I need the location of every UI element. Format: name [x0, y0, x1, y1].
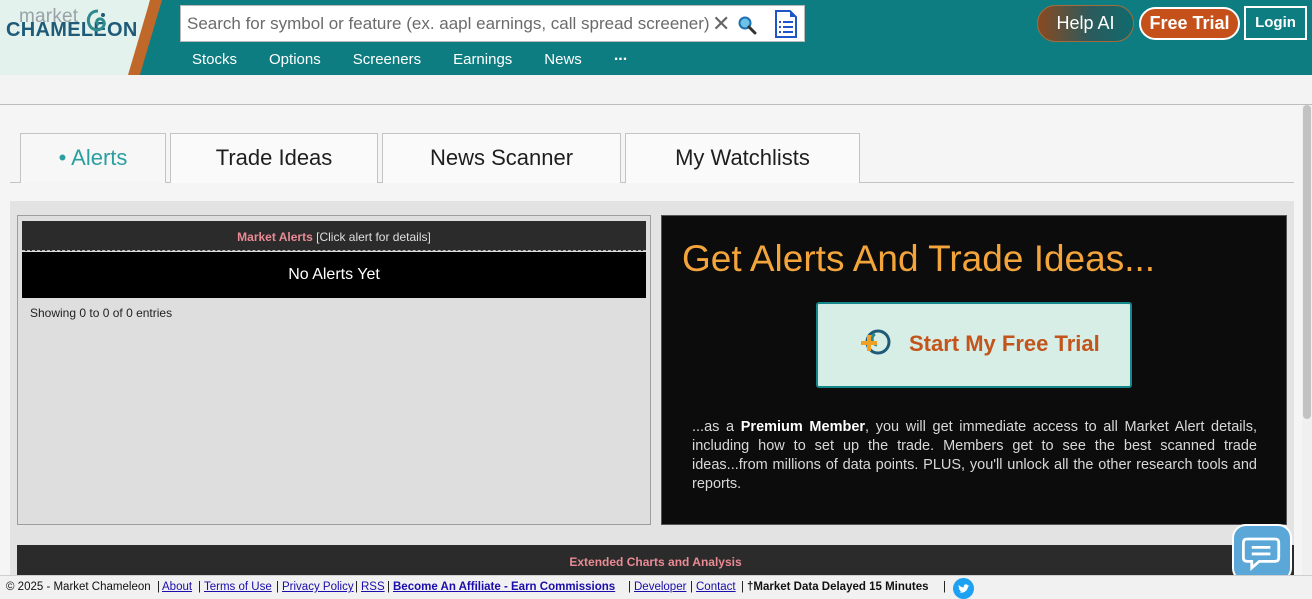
footer-link-about[interactable]: About [162, 581, 192, 593]
tab-trade-ideas[interactable]: Trade Ideas [170, 133, 378, 183]
footer-link-developer[interactable]: Developer [634, 581, 686, 593]
footer-sep: | [943, 581, 946, 593]
chat-button[interactable] [1232, 524, 1292, 582]
help-ai-button[interactable]: Help AI [1037, 5, 1134, 42]
footer-sep: | [276, 581, 279, 593]
nav-item-news[interactable]: News [544, 51, 582, 71]
scrollbar-thumb[interactable] [1303, 105, 1311, 419]
twitter-icon[interactable] [953, 578, 974, 599]
footer-link-rss[interactable]: RSS [361, 581, 385, 593]
footer-sep: | [355, 581, 358, 593]
nav-item-stocks[interactable]: Stocks [192, 51, 237, 71]
footer-sep: | [387, 581, 390, 593]
document-list-icon[interactable] [774, 10, 798, 38]
market-alerts-header: Market Alerts [Click alert for details] [22, 221, 646, 251]
nav-more-menu[interactable]: ... [614, 47, 627, 71]
tab-my-watchlists[interactable]: My Watchlists [625, 133, 860, 183]
footer-sep: | [198, 581, 201, 593]
footer-sep: | [690, 581, 693, 593]
chat-icon[interactable] [1234, 526, 1290, 580]
footer: © 2025 - Market Chameleon | About | Term… [0, 575, 1312, 599]
entries-count: Showing 0 to 0 of 0 entries [30, 306, 173, 320]
footer-sep: | [628, 581, 631, 593]
start-free-trial-label[interactable]: Start My Free Trial [909, 331, 1100, 357]
search-input[interactable] [187, 11, 717, 37]
footer-link-affiliate[interactable]: Become An Affiliate - Earn Commissions [393, 581, 615, 593]
tab-news-scanner[interactable]: News Scanner [382, 133, 621, 183]
chameleon-logo-icon [86, 9, 106, 32]
market-alerts-hint: [Click alert for details] [316, 230, 431, 244]
promo-title: Get Alerts And Trade Ideas... [682, 238, 1156, 279]
main-nav: Stocks Options Screeners Earnings News .… [192, 47, 627, 71]
free-trial-button[interactable]: Free Trial [1139, 7, 1240, 40]
footer-link-terms[interactable]: Terms of Use [204, 581, 272, 593]
nav-item-screeners[interactable]: Screeners [353, 51, 421, 71]
footer-copyright: © 2025 - Market Chameleon [6, 581, 151, 593]
market-alerts-title: Market Alerts [237, 230, 313, 244]
nav-item-earnings[interactable]: Earnings [453, 51, 512, 71]
promo-text-pre: ...as a [692, 419, 741, 435]
nav-item-options[interactable]: Options [269, 51, 321, 71]
twitter-bird-icon[interactable] [953, 578, 974, 599]
search-icon[interactable] [737, 15, 757, 35]
tab-alerts[interactable]: • Alerts [20, 133, 166, 183]
no-alerts-message: No Alerts Yet [22, 252, 646, 298]
footer-link-privacy[interactable]: Privacy Policy [282, 581, 354, 593]
extended-charts-header: Extended Charts and Analysis [17, 545, 1294, 575]
promo-description: ...as a Premium Member, you will get imm… [692, 418, 1257, 494]
footer-sep: | [741, 581, 744, 593]
logo-chameleon-text: CHAMELEON [6, 19, 138, 41]
footer-data-delay: †Market Data Delayed 15 Minutes [747, 581, 929, 593]
footer-link-contact[interactable]: Contact [696, 581, 736, 593]
footer-sep: | [157, 581, 160, 593]
promo-text-bold: Premium Member [740, 419, 866, 435]
search-box[interactable]: ✕ [180, 5, 805, 42]
login-button[interactable]: Login [1244, 6, 1307, 40]
chameleon-plus-icon[interactable] [857, 324, 893, 360]
sub-bar [0, 75, 1312, 105]
clear-icon[interactable]: ✕ [712, 12, 730, 37]
